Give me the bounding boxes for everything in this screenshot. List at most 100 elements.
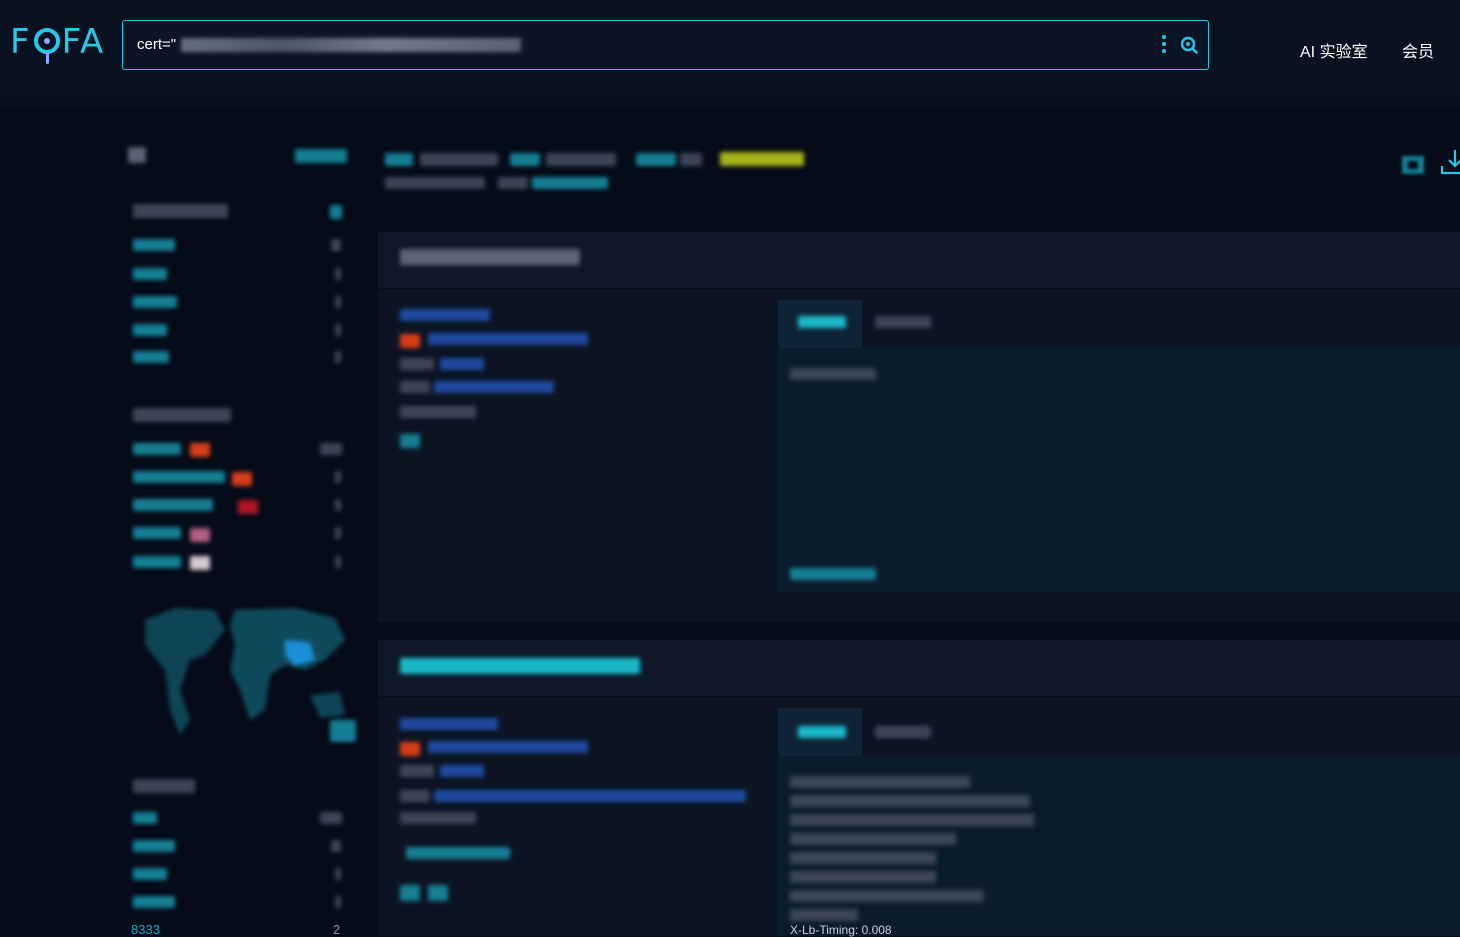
sidebar-blur[interactable] xyxy=(133,896,175,908)
flag-icon xyxy=(190,528,210,542)
sidebar-blur xyxy=(133,779,195,793)
sidebar-blur[interactable] xyxy=(133,268,167,280)
sidebar-blur[interactable] xyxy=(133,812,157,824)
search-icon[interactable] xyxy=(1180,36,1198,54)
search-query-prefix: cert=" xyxy=(137,36,177,53)
result-location-blur[interactable] xyxy=(428,333,588,345)
result-product-blur[interactable] xyxy=(406,847,510,859)
logo-letters-fa: FA xyxy=(61,22,106,62)
banner-text-blur xyxy=(790,368,876,380)
world-map[interactable] xyxy=(135,600,355,740)
summary-blur xyxy=(532,177,608,189)
result-field-blur[interactable] xyxy=(434,790,746,802)
result-host-blur[interactable] xyxy=(400,658,640,674)
result-field-blur xyxy=(400,812,476,824)
sidebar-blur[interactable] xyxy=(133,556,181,568)
header-panel xyxy=(778,756,1460,936)
tab-label-blur xyxy=(798,316,846,328)
summary-blur xyxy=(498,177,528,189)
sidebar-blur[interactable] xyxy=(133,296,177,308)
logo-pin-icon xyxy=(33,28,60,64)
top-bar-separator xyxy=(0,95,1460,107)
sidebar-blur[interactable] xyxy=(295,149,347,163)
sidebar-blur xyxy=(133,204,228,218)
summary-blur xyxy=(546,153,616,166)
sidebar-blur xyxy=(335,268,341,280)
summary-highlight xyxy=(720,152,804,166)
sidebar-item-label[interactable]: 8333 xyxy=(131,922,160,937)
summary-blur xyxy=(420,153,498,166)
banner-link-blur[interactable] xyxy=(790,568,876,580)
sidebar-blur[interactable] xyxy=(133,499,213,511)
result-location-blur[interactable] xyxy=(428,741,588,753)
sidebar-blur xyxy=(335,556,341,568)
summary-blur xyxy=(636,153,676,166)
summary-blur xyxy=(385,153,413,166)
http-header-line: X-Lb-Timing: 0.008 xyxy=(790,923,892,937)
logo-letter-f: F xyxy=(10,22,32,62)
summary-blur xyxy=(510,153,540,166)
sidebar-blur xyxy=(331,840,341,852)
header-line-blur xyxy=(790,776,970,788)
result-title-blur[interactable] xyxy=(400,309,490,321)
sidebar-blur xyxy=(335,471,341,483)
settings-icon[interactable] xyxy=(1398,150,1428,180)
flag-icon xyxy=(190,556,210,570)
sidebar-blur[interactable] xyxy=(133,527,181,539)
header-line-blur xyxy=(790,795,1030,807)
header-line-blur xyxy=(790,871,936,883)
sidebar-blur xyxy=(128,147,146,163)
flag-icon xyxy=(232,472,252,486)
tab-label-blur[interactable] xyxy=(875,316,931,328)
sidebar-blur xyxy=(133,408,231,422)
result-card xyxy=(378,640,1460,936)
tab-label-blur xyxy=(798,726,846,738)
result-field-blur xyxy=(400,406,476,418)
search-bar[interactable]: cert=" xyxy=(122,20,1209,70)
result-field-blur xyxy=(400,358,434,370)
flag-icon xyxy=(238,500,258,514)
header-line-blur xyxy=(790,890,984,902)
nav-ai-lab[interactable]: AI 实验室 xyxy=(1300,38,1368,62)
sidebar-item-count: 2 xyxy=(333,922,341,937)
flag-icon xyxy=(190,443,210,457)
result-field-blur xyxy=(400,381,430,393)
sidebar-blur xyxy=(335,868,341,880)
sidebar-blur xyxy=(330,205,342,219)
result-field-blur[interactable] xyxy=(440,765,484,777)
download-icon[interactable] xyxy=(1438,148,1460,176)
tab-label-blur[interactable] xyxy=(875,726,931,738)
sidebar-blur[interactable] xyxy=(133,868,167,880)
result-title-blur[interactable] xyxy=(400,718,498,730)
result-field-blur xyxy=(400,790,430,802)
summary-blur xyxy=(680,153,702,166)
sidebar-blur xyxy=(335,896,341,908)
sidebar-blur[interactable] xyxy=(133,840,175,852)
sidebar-blur[interactable] xyxy=(133,471,225,483)
result-tag-blur[interactable] xyxy=(400,885,420,901)
banner-panel xyxy=(778,348,1460,592)
result-host-blur[interactable] xyxy=(400,249,580,265)
nav-member[interactable]: 会员 xyxy=(1402,38,1434,62)
flag-icon xyxy=(400,334,420,348)
sidebar-blur xyxy=(335,324,341,336)
result-tag-blur[interactable] xyxy=(400,434,420,448)
header-line-blur xyxy=(790,814,1034,826)
result-tag-blur[interactable] xyxy=(428,885,448,901)
result-card xyxy=(378,232,1460,622)
result-field-blur[interactable] xyxy=(434,381,554,393)
sidebar-blur xyxy=(335,499,341,511)
sidebar-blur[interactable] xyxy=(133,239,175,251)
sidebar-blur[interactable] xyxy=(133,324,167,336)
flag-icon xyxy=(400,742,420,756)
sidebar-blur[interactable] xyxy=(133,351,169,363)
header-line-blur xyxy=(790,909,858,921)
header-line-blur xyxy=(790,833,956,845)
sidebar-blur[interactable] xyxy=(133,443,181,455)
fofa-logo[interactable]: F FA xyxy=(10,22,106,64)
map-zoom-button[interactable] xyxy=(330,720,356,742)
more-vertical-icon[interactable] xyxy=(1162,35,1166,55)
sidebar-blur xyxy=(320,443,342,455)
result-field-blur[interactable] xyxy=(440,358,484,370)
summary-blur xyxy=(385,177,485,189)
